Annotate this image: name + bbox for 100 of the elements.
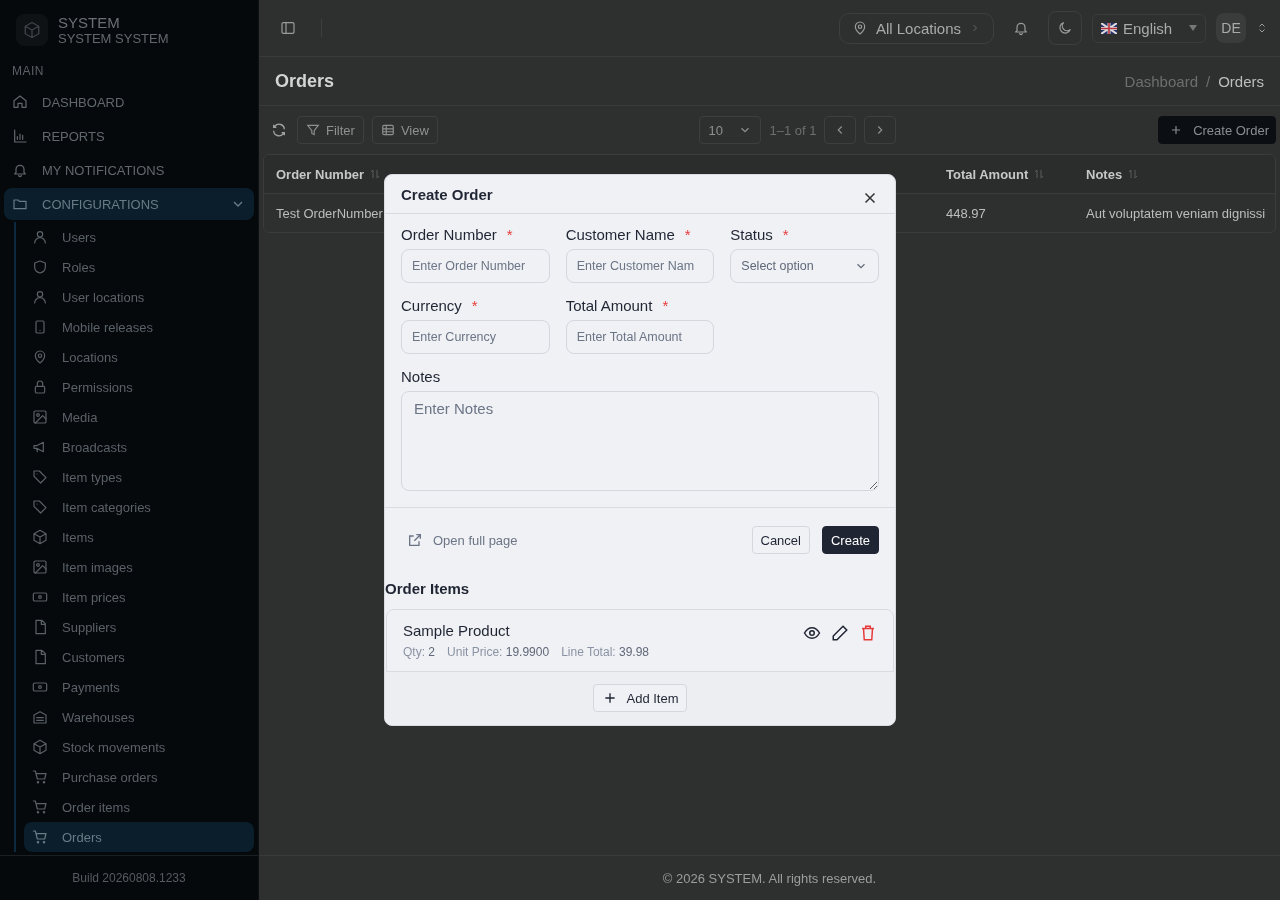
sidebar-item[interactable]: Payments [24, 672, 254, 702]
box-icon [23, 21, 41, 39]
item-detail: Unit Price: 19.9900 [447, 645, 550, 659]
table-icon [380, 123, 395, 137]
dialog-title: Create Order [401, 185, 493, 203]
sidebar-item[interactable]: Item types [24, 462, 254, 492]
field-label: Total Amount [565, 297, 653, 314]
open-full-page-link[interactable]: Open full page [407, 532, 518, 548]
input-field[interactable]: Enter Order Number [401, 249, 550, 283]
sidebar-item[interactable]: DASHBOARD [4, 86, 254, 118]
language-select[interactable]: English [1092, 13, 1206, 43]
warehouse-icon [32, 709, 48, 725]
page-size-select[interactable]: 10 [699, 116, 762, 144]
cart-icon [32, 799, 48, 815]
create-button[interactable]: Create [821, 526, 879, 554]
sidebar-item[interactable]: CONFIGURATIONS [4, 188, 254, 220]
footer-text: © 2026 SYSTEM. All rights reserved. [259, 855, 1280, 900]
column-header[interactable]: Notes [1074, 166, 1275, 182]
cancel-button[interactable]: Cancel [751, 526, 810, 554]
required-mark: * [662, 297, 669, 314]
phone-icon [32, 319, 48, 335]
sort-icon [1128, 169, 1139, 179]
moon-icon [1057, 20, 1073, 36]
section-title: Order Items [385, 579, 471, 599]
sidebar-item[interactable]: Items [24, 522, 254, 552]
image-icon [32, 409, 48, 425]
sidebar-item[interactable]: Broadcasts [24, 432, 254, 462]
column-header[interactable]: Total Amount [934, 166, 1074, 182]
sidebar-item[interactable]: Purchase orders [24, 762, 254, 792]
required-mark: * [684, 226, 691, 243]
status-select[interactable]: Select option [730, 249, 879, 283]
folder-icon [12, 196, 28, 212]
sidebar-item[interactable]: MY NOTIFICATIONS [4, 154, 254, 186]
field-label: Order Number [401, 226, 497, 243]
page-range: 1–1 of 1 [769, 122, 817, 138]
caret-icon [1189, 25, 1197, 31]
table-cell-text: 448.97 [945, 205, 987, 221]
sidebar-item[interactable]: Customers [24, 642, 254, 672]
sidebar-item[interactable]: Warehouses [24, 702, 254, 732]
sort-icon [370, 169, 381, 179]
lock-icon [32, 379, 48, 395]
add-item-button[interactable]: Add Item [593, 684, 687, 712]
item-detail: Qty: 2 [403, 645, 436, 659]
location-selector[interactable]: All Locations [838, 12, 994, 44]
view-button[interactable]: View [371, 116, 438, 144]
sidebar-item[interactable]: Media [24, 402, 254, 432]
user-avatar[interactable]: DE [1216, 13, 1246, 43]
filter-icon [306, 123, 320, 137]
pencil-icon[interactable] [831, 624, 849, 642]
table-cell-text: Test OrderNumber [275, 205, 384, 221]
home-icon [12, 94, 28, 110]
file-icon [32, 649, 48, 665]
sidebar-item[interactable]: Item images [24, 552, 254, 582]
breadcrumb-link[interactable]: Dashboard [1124, 72, 1198, 90]
page-title: Orders [275, 70, 335, 92]
sidebar-item[interactable]: Permissions [24, 372, 254, 402]
field-label: Customer Name [565, 226, 675, 243]
item-name: Sample Product [403, 622, 511, 639]
sidebar-item[interactable]: Orders [24, 822, 254, 852]
sidebar-item[interactable]: Suppliers [24, 612, 254, 642]
input-field[interactable]: Enter Currency [401, 320, 550, 354]
sidebar-item[interactable]: Item prices [24, 582, 254, 612]
trash-icon[interactable] [859, 624, 877, 642]
image-icon [32, 559, 48, 575]
build-label: Build 20260808.1233 [0, 855, 258, 900]
sidebar-item[interactable]: Mobile releases [24, 312, 254, 342]
sidebar-item[interactable]: User locations [24, 282, 254, 312]
required-mark: * [471, 297, 478, 314]
sidebar-item[interactable]: Order items [24, 792, 254, 822]
brand-subtitle: SYSTEM SYSTEM [58, 31, 169, 46]
cube-icon [32, 739, 48, 755]
shield-icon [32, 259, 48, 275]
sidebar-item[interactable]: Item categories [24, 492, 254, 522]
chart-icon [12, 128, 28, 144]
item-detail: Line Total: 39.98 [561, 645, 649, 659]
cart-icon [32, 769, 48, 785]
theme-toggle[interactable] [1048, 11, 1082, 45]
tag-icon [32, 499, 48, 515]
sidebar-item[interactable]: Locations [24, 342, 254, 372]
cart-icon [32, 829, 48, 845]
field-label: Notes [401, 368, 441, 385]
sidebar-item[interactable]: Roles [24, 252, 254, 282]
external-link-icon [407, 532, 423, 548]
file-icon [32, 619, 48, 635]
sidebar-item[interactable]: REPORTS [4, 120, 254, 152]
input-field[interactable]: Enter Customer Nam [565, 249, 715, 283]
input-field[interactable]: Enter Total Amount [565, 320, 715, 354]
column-header[interactable]: Order Number [264, 166, 934, 182]
flag-icon [1101, 22, 1117, 34]
eye-icon[interactable] [803, 624, 821, 642]
breadcrumb-current: Orders [1218, 72, 1264, 90]
notes-field[interactable]: Enter Notes [401, 391, 879, 491]
breadcrumb-separator: / [1206, 72, 1211, 90]
create-order-button[interactable]: Create Order [1158, 116, 1276, 144]
filter-button[interactable]: Filter [297, 116, 364, 144]
required-mark: * [782, 226, 789, 243]
tag-icon [32, 469, 48, 485]
sidebar-item[interactable]: Stock movements [24, 732, 254, 762]
required-mark: * [506, 226, 513, 243]
sidebar-item[interactable]: Users [24, 222, 254, 252]
